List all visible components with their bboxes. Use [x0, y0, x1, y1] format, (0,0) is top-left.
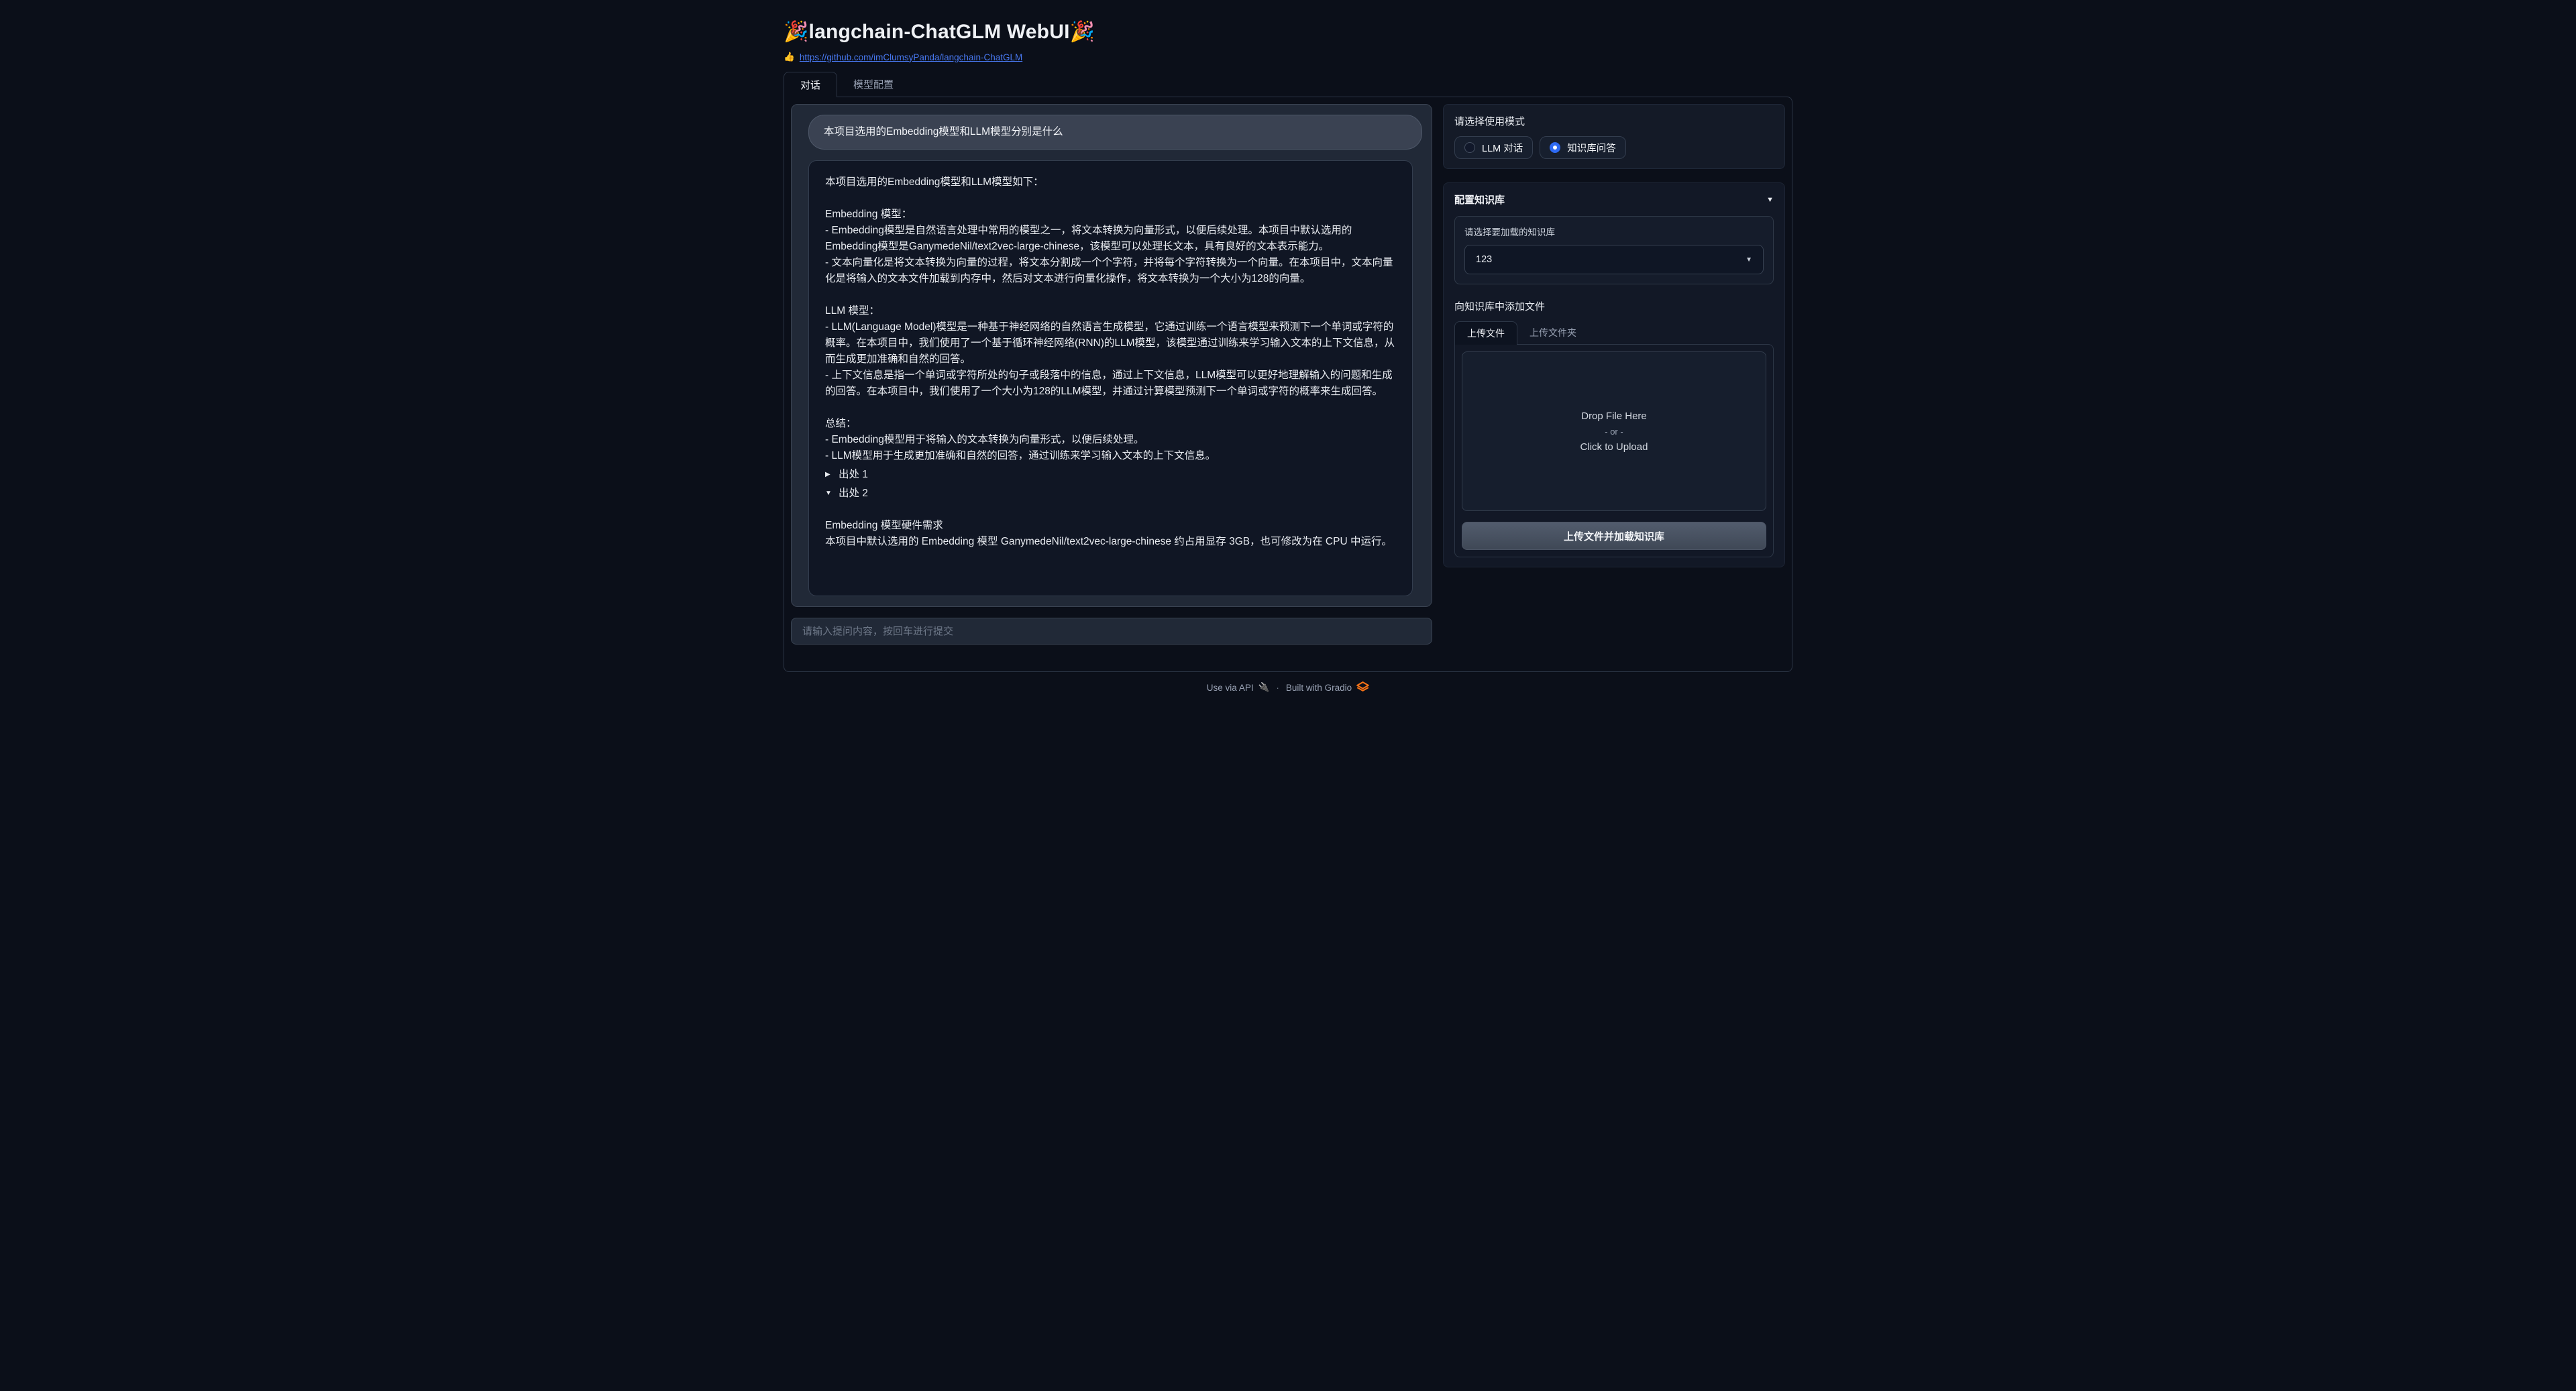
upload-tabs: 上传文件 上传文件夹: [1454, 321, 1774, 344]
chatbot-area[interactable]: 本项目选用的Embedding模型和LLM模型分别是什么 本项目选用的Embed…: [791, 104, 1432, 607]
kb-accordion-header[interactable]: 配置知识库 ▼: [1454, 192, 1774, 207]
radio-llm-chat-label: LLM 对话: [1482, 141, 1523, 155]
dropzone-drop-text: Drop File Here: [1581, 410, 1647, 422]
source-1-toggle[interactable]: ▶ 出处 1: [825, 467, 1396, 483]
settings-column: 请选择使用模式 LLM 对话 知识库问答 配置知识库 ▼: [1443, 104, 1785, 645]
file-dropzone[interactable]: Drop File Here - or - Click to Upload: [1462, 351, 1766, 511]
source-2-content: Embedding 模型硬件需求 本项目中默认选用的 Embedding 模型 …: [825, 518, 1396, 550]
radio-llm-chat[interactable]: LLM 对话: [1454, 136, 1533, 159]
built-with-gradio-label: Built with Gradio: [1286, 683, 1352, 693]
bot-message: 本项目选用的Embedding模型和LLM模型如下： Embedding 模型：…: [808, 160, 1413, 596]
dropzone-or-text: - or -: [1605, 427, 1623, 437]
github-link[interactable]: https://github.com/imClumsyPanda/langcha…: [800, 52, 1022, 62]
upload-and-load-kb-button[interactable]: 上传文件并加载知识库: [1462, 522, 1766, 550]
radio-knowledge-qa-label: 知识库问答: [1567, 141, 1616, 155]
kb-dropdown-value: 123: [1476, 254, 1492, 265]
caret-down-icon: ▼: [825, 486, 833, 502]
upload-file-panel: Drop File Here - or - Click to Upload 上传…: [1454, 344, 1774, 557]
kb-accordion-title: 配置知识库: [1454, 192, 1505, 207]
footer-separator: ·: [1276, 683, 1279, 693]
kb-select-label: 请选择要加载的知识库: [1464, 225, 1764, 238]
radio-unchecked-icon: [1464, 142, 1475, 153]
chat-column: 本项目选用的Embedding模型和LLM模型分别是什么 本项目选用的Embed…: [791, 104, 1432, 645]
chat-tab-panel: 本项目选用的Embedding模型和LLM模型分别是什么 本项目选用的Embed…: [784, 97, 1792, 672]
mode-radio-group: LLM 对话 知识库问答: [1454, 136, 1774, 159]
use-via-api-link[interactable]: Use via API 🔌: [1207, 682, 1270, 693]
radio-checked-icon: [1550, 142, 1560, 153]
accordion-caret-down-icon: ▼: [1766, 196, 1774, 204]
tab-upload-folder[interactable]: 上传文件夹: [1517, 321, 1589, 344]
kb-select-group: 请选择要加载的知识库 123 ▼: [1454, 216, 1774, 284]
gradio-logo-icon: [1356, 681, 1369, 693]
footer: Use via API 🔌 · Built with Gradio: [784, 681, 1792, 706]
bot-message-text: 本项目选用的Embedding模型和LLM模型如下： Embedding 模型：…: [825, 174, 1396, 464]
tab-chat[interactable]: 对话: [784, 72, 837, 97]
caret-right-icon: ▶: [825, 467, 833, 483]
chat-input[interactable]: [791, 618, 1432, 645]
main-tabs: 对话 模型配置: [784, 72, 1792, 97]
source-1-label: 出处 1: [839, 467, 868, 483]
radio-knowledge-qa[interactable]: 知识库问答: [1540, 136, 1626, 159]
tab-upload-file[interactable]: 上传文件: [1454, 321, 1517, 345]
tab-model-config[interactable]: 模型配置: [837, 72, 910, 97]
dropdown-caret-icon: ▼: [1746, 256, 1752, 264]
page-title: 🎉langchain-ChatGLM WebUI🎉: [784, 20, 1792, 44]
github-link-row: 👍 https://github.com/imClumsyPanda/langc…: [784, 52, 1792, 62]
source-2-label: 出处 2: [839, 486, 868, 502]
kb-config-accordion: 配置知识库 ▼ 请选择要加载的知识库 123 ▼ 向知识库中添加文件 上传文件 …: [1443, 182, 1785, 567]
source-2-toggle[interactable]: ▼ 出处 2: [825, 486, 1396, 502]
built-with-gradio-link[interactable]: Built with Gradio: [1286, 681, 1369, 693]
use-via-api-label: Use via API: [1207, 683, 1254, 693]
user-message: 本项目选用的Embedding模型和LLM模型分别是什么: [808, 115, 1422, 150]
plug-icon: 🔌: [1258, 682, 1270, 693]
app-container: 🎉langchain-ChatGLM WebUI🎉 👍 https://gith…: [773, 0, 1803, 706]
chat-input-row: [791, 618, 1432, 645]
kb-dropdown[interactable]: 123 ▼: [1464, 245, 1764, 274]
dropzone-click-text: Click to Upload: [1580, 441, 1648, 453]
mode-select-label: 请选择使用模式: [1454, 114, 1774, 128]
add-file-label: 向知识库中添加文件: [1454, 299, 1774, 313]
mode-select-block: 请选择使用模式 LLM 对话 知识库问答: [1443, 104, 1785, 169]
thumbs-up-icon: 👍: [784, 52, 795, 62]
